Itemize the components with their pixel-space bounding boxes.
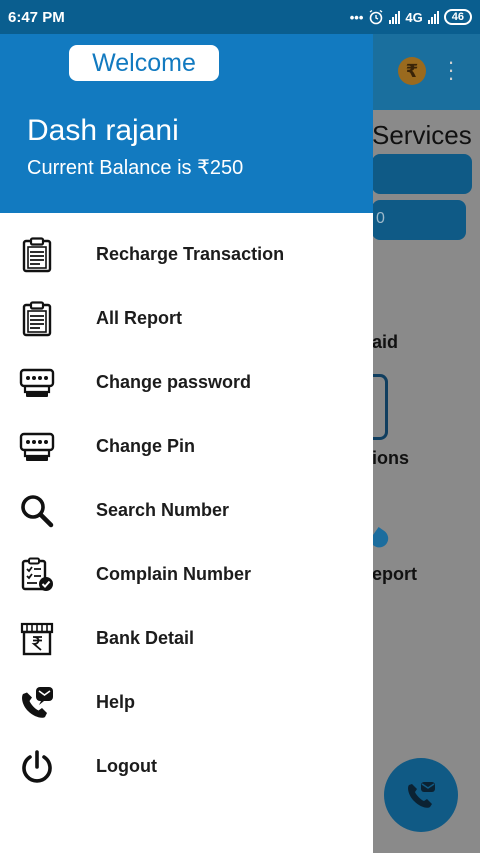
menu-item-all-report[interactable]: All Report: [0, 287, 373, 351]
clipboard-report-icon: [22, 301, 52, 337]
menu-item-label: Change Pin: [96, 436, 196, 456]
bg-label-ions: ions: [372, 448, 410, 468]
services-bar: [372, 154, 472, 194]
balance-value: 250: [209, 157, 244, 179]
menu-item-label: Search Number: [96, 500, 230, 520]
signal-icon: [389, 10, 401, 24]
menu-item-label: Bank Detail: [96, 628, 195, 648]
menu-item-label: Logout: [96, 756, 157, 776]
bg-label-eport: eport: [372, 564, 417, 584]
bank-rupee-icon: [20, 622, 54, 656]
help-fab-button[interactable]: [384, 758, 458, 832]
services-title: Services: [372, 120, 472, 150]
phone-mail-icon: [408, 782, 435, 808]
status-bar: 6:47 PM ••• 4G 46: [0, 0, 480, 34]
menu-item-bank-detail[interactable]: Bank Detail: [0, 607, 373, 671]
menu-item-label: Complain Number: [96, 564, 252, 584]
menu-item-label: Recharge Transaction: [96, 244, 285, 264]
status-icons: ••• 4G 46: [350, 9, 472, 25]
alarm-icon: [369, 9, 383, 25]
battery-icon: 46: [443, 9, 472, 25]
phone-mail-icon: [22, 687, 53, 718]
pin-keypad-icon: [19, 432, 55, 461]
complaint-clipboard-icon: [21, 557, 53, 591]
menu-item-label: All Report: [96, 308, 183, 328]
menu-item-change-password[interactable]: Change password: [0, 351, 373, 415]
wallet-rupee-icon: ₹: [398, 57, 426, 85]
menu-item-label: Change password: [96, 372, 252, 392]
menu-item-label: Help: [96, 692, 136, 712]
power-icon: [22, 750, 52, 783]
more-dots-icon: •••: [349, 9, 364, 25]
menu-item-logout[interactable]: Logout: [0, 735, 373, 799]
menu-item-complain-number[interactable]: Complain Number: [0, 543, 373, 607]
user-name: Dash rajani: [27, 114, 179, 147]
navigation-drawer: Welcome Dash rajani Current Balance is ₹…: [0, 34, 373, 853]
balance-text: Current Balance is ₹250: [27, 155, 243, 180]
overflow-menu-icon: · · ·: [447, 49, 455, 90]
search-icon: [21, 495, 54, 528]
network-type: 4G: [405, 9, 423, 25]
menu-item-help[interactable]: Help: [0, 671, 373, 735]
drawer-header: Welcome Dash rajani Current Balance is ₹…: [0, 34, 373, 213]
bg-label-aid: aid: [372, 332, 399, 352]
rupee-symbol: ₹: [197, 157, 210, 179]
welcome-badge: Welcome: [69, 45, 219, 81]
signal-icon-2: [427, 10, 439, 24]
status-time: 6:47 PM: [8, 8, 65, 26]
clipboard-report-icon: [22, 237, 52, 273]
services-bar-2: 0: [372, 200, 466, 240]
menu-item-search-number[interactable]: Search Number: [0, 479, 373, 543]
bg-card-edge: [372, 374, 388, 440]
balance-label: Current Balance is: [27, 157, 192, 179]
menu-item-recharge-transaction[interactable]: Recharge Transaction: [0, 223, 373, 287]
menu-item-change-pin[interactable]: Change Pin: [0, 415, 373, 479]
password-keypad-icon: [19, 368, 55, 397]
